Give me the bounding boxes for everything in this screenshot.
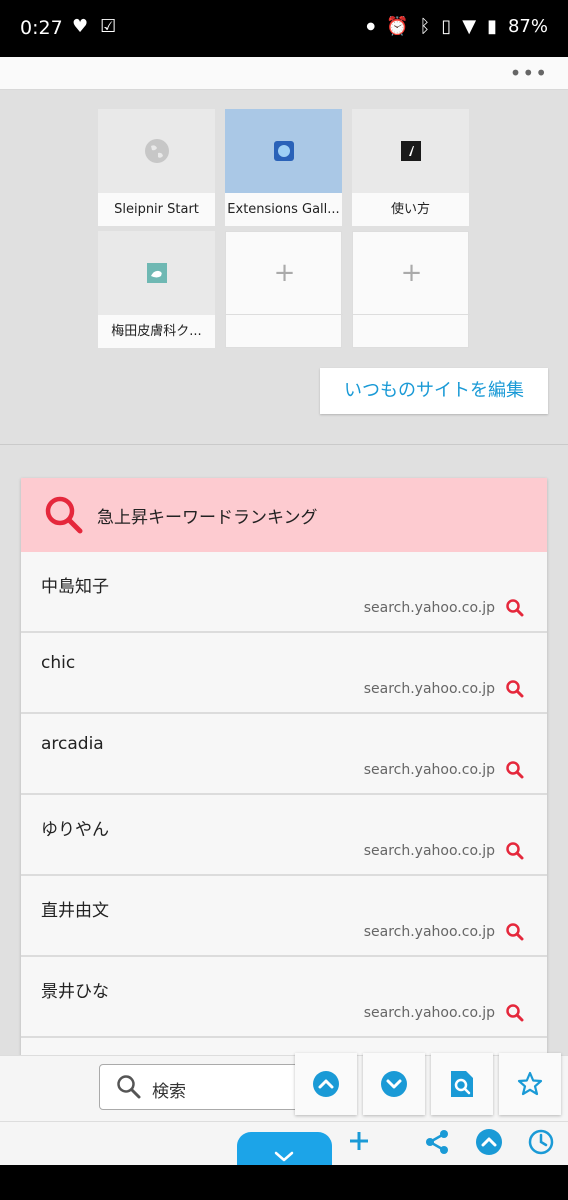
trending-keyword: 中島知子	[41, 577, 109, 597]
heart-icon: ♥	[72, 16, 89, 37]
plus-icon: +	[273, 258, 296, 288]
trending-keyword: chic	[41, 653, 76, 673]
trending-title: 急上昇キーワードランキング	[97, 508, 318, 528]
speed-dial-tile-clinic[interactable]: 梅田皮膚科ク...	[98, 231, 215, 348]
search-icon[interactable]	[505, 1003, 525, 1023]
battery-icon: ▮	[487, 16, 497, 37]
trending-row[interactable]: ゆりやん search.yahoo.co.jp	[21, 795, 547, 876]
history-icon	[528, 1129, 554, 1155]
trending-keyword: arcadia	[41, 734, 104, 754]
check-box-icon: ☑	[100, 16, 117, 37]
share-icon	[426, 1130, 448, 1154]
bluetooth-icon: ᛒ	[419, 16, 431, 37]
clinic-icon	[146, 263, 167, 283]
tile-label: 使い方	[352, 193, 469, 226]
speed-dial-tile-add[interactable]: +	[225, 231, 343, 348]
speed-dial-tile-sleipnir[interactable]: Sleipnir Start	[98, 109, 215, 226]
plus-icon: +	[400, 258, 423, 288]
trending-source: search.yahoo.co.jp	[363, 681, 495, 697]
tile-label: Extensions Gall...	[225, 193, 342, 226]
trending-row[interactable]: 中島知子 search.yahoo.co.jp	[21, 552, 547, 633]
bookmark-button[interactable]	[499, 1053, 561, 1115]
top-bar: •••	[0, 57, 568, 90]
page-search-button[interactable]	[431, 1053, 493, 1115]
globe-icon	[144, 139, 169, 163]
search-icon[interactable]	[505, 922, 525, 942]
history-button[interactable]	[527, 1128, 555, 1156]
page-up-button[interactable]	[475, 1128, 503, 1156]
speed-dial-tile-extensions[interactable]: Extensions Gall...	[225, 109, 342, 226]
battery-percent: 87%	[507, 16, 548, 37]
chevron-up-icon	[476, 1129, 502, 1155]
tile-label: Sleipnir Start	[98, 193, 215, 226]
trending-source: search.yahoo.co.jp	[363, 1005, 495, 1021]
search-icon[interactable]	[505, 679, 525, 699]
more-menu-icon[interactable]: •••	[510, 61, 548, 85]
tile-label: 梅田皮膚科ク...	[98, 315, 215, 348]
new-tab-button[interactable]	[346, 1128, 372, 1154]
chevron-down-icon	[274, 1151, 294, 1162]
trending-source: search.yahoo.co.jp	[363, 924, 495, 940]
tab-switcher-button[interactable]	[237, 1132, 332, 1165]
trending-source: search.yahoo.co.jp	[363, 600, 495, 616]
vibrate-icon: ▯	[441, 16, 452, 37]
search-input[interactable]: 検索	[99, 1064, 319, 1110]
search-label: 検索	[152, 1082, 186, 1102]
trending-row[interactable]: 景井ひな search.yahoo.co.jp	[21, 957, 547, 1038]
plus-icon	[350, 1132, 368, 1150]
trending-row[interactable]: chic search.yahoo.co.jp	[21, 633, 547, 714]
search-icon[interactable]	[505, 760, 525, 780]
scroll-down-button[interactable]	[363, 1053, 425, 1115]
share-button[interactable]	[423, 1128, 451, 1156]
chevron-down-icon	[381, 1071, 407, 1097]
chevron-up-icon	[313, 1071, 339, 1097]
alarm-icon: ⏰	[386, 16, 409, 37]
search-icon	[117, 1075, 141, 1099]
trending-source: search.yahoo.co.jp	[363, 762, 495, 778]
status-bar: 0:27 ♥ ☑ ● ⏰ ᛒ ▯ ▼ ▮ 87%	[0, 0, 568, 57]
trending-source: search.yahoo.co.jp	[363, 843, 495, 859]
sleipnir-logo-icon	[400, 141, 421, 161]
trending-row[interactable]: arcadia search.yahoo.co.jp	[21, 714, 547, 795]
wifi-icon: ▼	[462, 16, 477, 37]
trending-header: 急上昇キーワードランキング	[21, 478, 547, 552]
star-icon	[517, 1071, 543, 1096]
trending-keyword: 直井由文	[41, 901, 109, 921]
search-icon	[45, 496, 83, 534]
trending-keyword: 景井ひな	[41, 982, 109, 1002]
dot-icon: ●	[366, 21, 376, 32]
trending-keyword: ゆりやん	[41, 820, 109, 840]
search-icon[interactable]	[505, 841, 525, 861]
speed-dial-tile-add[interactable]: +	[352, 231, 470, 348]
search-icon[interactable]	[505, 598, 525, 618]
scroll-up-button[interactable]	[295, 1053, 357, 1115]
page-search-icon	[451, 1071, 473, 1097]
extensions-icon	[273, 141, 294, 161]
edit-sites-button[interactable]: いつものサイトを編集	[320, 368, 548, 414]
divider	[0, 444, 568, 445]
speed-dial-tile-howto[interactable]: 使い方	[352, 109, 469, 226]
trending-keywords-panel: 急上昇キーワードランキング 中島知子 search.yahoo.co.jp ch…	[21, 478, 547, 1078]
trending-row[interactable]: 直井由文 search.yahoo.co.jp	[21, 876, 547, 957]
system-nav-bar	[0, 1165, 568, 1200]
status-time: 0:27	[20, 17, 63, 39]
